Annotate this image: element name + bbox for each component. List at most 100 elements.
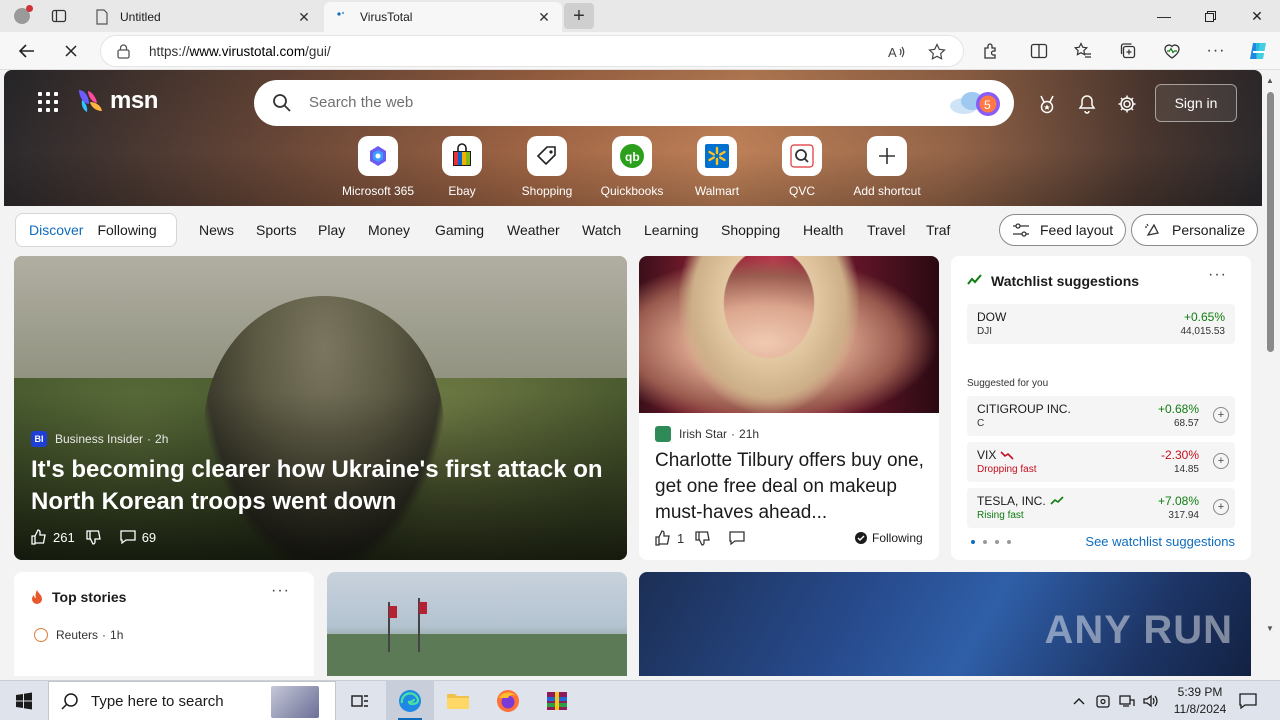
app-launcher-icon[interactable] [38, 92, 58, 112]
story-card-image-wide[interactable]: ANY RUN [639, 572, 1251, 676]
tab-close-icon[interactable]: ✕ [536, 9, 552, 25]
taskbar-firefox[interactable] [484, 681, 532, 720]
main-story-card[interactable]: BI Business Insider · 2h It's becoming c… [14, 256, 627, 560]
address-bar[interactable]: https://www.virustotal.com/gui/ A [100, 35, 964, 67]
add-shortcut-button[interactable]: Add shortcut [845, 136, 929, 198]
feed-layout-button[interactable]: Feed layout [999, 214, 1127, 246]
nav-item-gaming[interactable]: Gaming [435, 222, 484, 238]
comment-count: 69 [141, 529, 157, 545]
msn-logo[interactable]: msn [76, 86, 158, 116]
second-story-card[interactable]: Irish Star · 21h Charlotte Tilbury offer… [639, 256, 939, 560]
notifications-bell-icon[interactable] [1075, 92, 1099, 116]
nav-item-learning[interactable]: Learning [644, 222, 699, 238]
profile-button[interactable] [8, 4, 36, 28]
lock-icon[interactable] [117, 44, 130, 62]
favorites-button[interactable] [1068, 36, 1098, 66]
taskbar-edge[interactable] [386, 681, 434, 720]
personalize-button[interactable]: Personalize [1131, 214, 1259, 246]
read-aloud-icon[interactable]: A [887, 42, 907, 62]
web-search-bar[interactable]: Search the web 5 [254, 80, 1014, 126]
copilot-button[interactable] [1243, 36, 1273, 66]
back-button[interactable] [12, 36, 42, 66]
see-watchlist-suggestions-link[interactable]: See watchlist suggestions [1085, 534, 1235, 549]
favorite-star-icon[interactable] [927, 42, 947, 62]
collections-button[interactable] [1113, 36, 1143, 66]
like-button[interactable]: 261 [30, 528, 75, 546]
task-view-button[interactable] [336, 681, 384, 720]
shortcut-walmart[interactable]: Walmart [675, 136, 759, 198]
new-tab-button[interactable]: + [564, 3, 594, 29]
tab-close-icon[interactable]: ✕ [296, 9, 312, 25]
shortcut-microsoft-365[interactable]: Microsoft 365 [336, 136, 420, 198]
taskbar-winrar[interactable] [533, 681, 581, 720]
comments-button[interactable] [728, 529, 746, 547]
copilot-search-icon[interactable]: 5 [946, 88, 1002, 121]
nav-item-watch[interactable]: Watch [582, 222, 621, 238]
browser-essentials-button[interactable] [1157, 36, 1187, 66]
taskbar-clock[interactable]: 5:39 PM 11/8/2024 [1168, 684, 1232, 718]
story-card-image[interactable] [327, 572, 627, 676]
watchlist-item-vix[interactable]: VIX Dropping fast -2.30% 14.85 + [967, 442, 1235, 482]
nav-item-travel[interactable]: Travel [867, 222, 905, 238]
tray-app-icon[interactable] [1092, 681, 1114, 720]
tab-virustotal[interactable]: VirusTotal ✕ [324, 2, 562, 32]
watchlist-item-citigroup[interactable]: CITIGROUP INC. C +0.68% 68.57 + [967, 396, 1235, 436]
trend-up-icon [1050, 496, 1064, 505]
nav-item-sports[interactable]: Sports [256, 222, 296, 238]
start-button[interactable] [0, 681, 48, 720]
watchlist-item-dow[interactable]: DOW DJI +0.65% 44,015.53 [967, 304, 1235, 344]
nav-item-news[interactable]: News [199, 222, 234, 238]
story-headline[interactable]: It's becoming clearer how Ukraine's firs… [31, 454, 611, 518]
add-to-watchlist-button[interactable]: + [1213, 453, 1229, 469]
scroll-down-arrow-icon[interactable]: ▼ [1266, 624, 1274, 633]
minimize-button[interactable]: — [1141, 0, 1187, 32]
settings-gear-icon[interactable] [1115, 92, 1139, 116]
shortcut-qvc[interactable]: QVC [760, 136, 844, 198]
settings-more-button[interactable]: ··· [1201, 36, 1231, 66]
watchlist-more-icon[interactable]: ··· [1208, 266, 1227, 284]
split-screen-button[interactable] [1024, 36, 1054, 66]
story-headline[interactable]: Charlotte Tilbury offers buy one, get on… [655, 448, 927, 526]
nav-item-play[interactable]: Play [318, 222, 345, 238]
tab-untitled[interactable]: Untitled ✕ [84, 2, 322, 32]
carousel-dots[interactable] [971, 540, 1011, 544]
sign-in-button[interactable]: Sign in [1155, 84, 1237, 122]
comments-button[interactable]: 69 [119, 528, 156, 546]
shortcut-ebay[interactable]: Ebay [420, 136, 504, 198]
scroll-thumb[interactable] [1267, 92, 1274, 352]
tab-discover[interactable]: Discover [22, 222, 90, 238]
nav-item-traffic[interactable]: Traf [926, 222, 950, 238]
top-stories-more-icon[interactable]: ··· [271, 582, 290, 600]
extensions-button[interactable] [976, 36, 1006, 66]
search-highlight-image[interactable] [271, 686, 319, 718]
taskbar-search-box[interactable]: Type here to search [48, 681, 336, 720]
shortcut-shopping[interactable]: Shopping [505, 136, 589, 198]
tab-following[interactable]: Following [90, 222, 163, 238]
page-scrollbar[interactable]: ▲ ▼ [1262, 70, 1280, 640]
shortcut-quickbooks[interactable]: qb Quickbooks [590, 136, 674, 198]
dislike-button[interactable] [694, 529, 712, 547]
nav-item-weather[interactable]: Weather [507, 222, 560, 238]
nav-item-money[interactable]: Money [368, 222, 410, 238]
network-tray-button[interactable] [1116, 681, 1138, 720]
close-window-button[interactable]: ✕ [1234, 0, 1280, 32]
copilot-badge: 5 [984, 98, 991, 112]
tray-overflow-button[interactable] [1068, 681, 1090, 720]
stop-button[interactable] [56, 36, 86, 66]
add-to-watchlist-button[interactable]: + [1213, 499, 1229, 515]
tab-actions-button[interactable] [44, 4, 74, 28]
nav-item-health[interactable]: Health [803, 222, 843, 238]
following-indicator[interactable]: Following [855, 531, 923, 545]
rewards-icon[interactable] [1035, 92, 1059, 116]
add-to-watchlist-button[interactable]: + [1213, 407, 1229, 423]
nav-item-shopping[interactable]: Shopping [721, 222, 780, 238]
volume-tray-button[interactable] [1140, 681, 1162, 720]
notification-center-button[interactable] [1234, 681, 1262, 720]
search-input[interactable]: Search the web [309, 94, 413, 111]
dislike-button[interactable] [85, 528, 103, 546]
restore-button[interactable] [1187, 0, 1233, 32]
scroll-up-arrow-icon[interactable]: ▲ [1266, 76, 1274, 85]
taskbar-file-explorer[interactable] [434, 681, 482, 720]
like-button[interactable]: 1 [654, 529, 684, 547]
watchlist-item-tesla[interactable]: TESLA, INC. Rising fast +7.08% 317.94 + [967, 488, 1235, 528]
